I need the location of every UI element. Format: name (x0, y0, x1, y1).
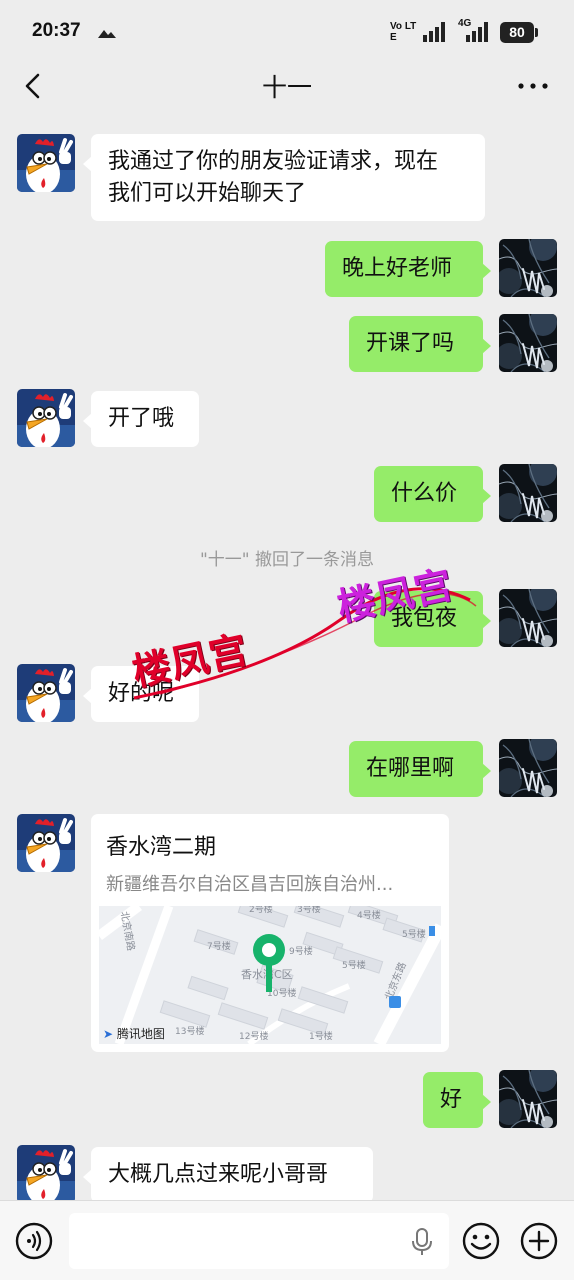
map-label: 5号楼 (402, 928, 426, 940)
message-input[interactable] (69, 1213, 449, 1269)
message-text-line: 我们可以开始聊天了 (108, 181, 307, 206)
battery-indicator: 80 (500, 22, 538, 43)
message-text: 开课了吗 (366, 331, 455, 356)
my-avatar[interactable] (499, 1070, 557, 1128)
map-label: 7号楼 (207, 940, 231, 952)
signal-4g-icon (466, 22, 488, 42)
contact-avatar[interactable] (17, 1145, 75, 1203)
volte-badge: Vo LTE (390, 21, 418, 43)
input-bar (0, 1200, 574, 1280)
map-graphic: 2号楼 3号楼 4号楼 5号楼 7号楼 9号楼 5号楼 香水湾C区 10号楼 1… (99, 906, 441, 1044)
message-text: 开了哦 (108, 406, 175, 431)
message-text: 大概几点过来呢小哥哥 (108, 1162, 329, 1187)
my-avatar[interactable] (499, 589, 557, 647)
contact-avatar[interactable] (17, 664, 75, 722)
signal-icon (423, 22, 445, 42)
outgoing-message-bubble[interactable]: 什么价 (374, 466, 491, 522)
message-text: 什么价 (391, 481, 458, 506)
my-avatar[interactable] (499, 239, 557, 297)
chat-header: 十一 (0, 62, 574, 114)
status-bar: 20:37 Vo LTE 4G 80 (0, 0, 574, 62)
map-credit: ➤ 腾讯地图 (103, 1025, 165, 1042)
outgoing-message-bubble[interactable]: 在哪里啊 (349, 741, 491, 797)
contact-avatar[interactable] (17, 389, 75, 447)
mountain-icon (98, 30, 116, 38)
microphone-icon[interactable] (410, 1227, 434, 1257)
message-text-line: 我通过了你的朋友验证请求，现在 (108, 149, 439, 174)
outgoing-message-bubble[interactable]: 晚上好老师 (325, 241, 491, 297)
message-text: 好 (440, 1087, 463, 1112)
incoming-message-bubble[interactable]: 开了哦 (83, 391, 199, 447)
location-card[interactable]: 香水湾二期 新疆维吾尔自治区昌吉回族自治州... 2号楼 3号楼 4号楼 5号楼… (91, 814, 449, 1052)
map-label: 9号楼 (289, 945, 313, 957)
add-icon[interactable] (519, 1221, 559, 1261)
map-label: 1号楼 (309, 1030, 333, 1042)
location-map[interactable]: 2号楼 3号楼 4号楼 5号楼 7号楼 9号楼 5号楼 香水湾C区 10号楼 1… (99, 906, 441, 1044)
outgoing-message-bubble[interactable]: 开课了吗 (349, 316, 491, 372)
map-label: 13号楼 (175, 1025, 204, 1037)
my-avatar[interactable] (499, 314, 557, 372)
location-title: 香水湾二期 (106, 835, 217, 860)
map-label: 4号楼 (357, 909, 381, 921)
status-time: 20:37 (32, 20, 81, 41)
contact-avatar[interactable] (17, 134, 75, 192)
message-text: 在哪里啊 (366, 756, 455, 781)
outgoing-message-bubble[interactable]: 好 (423, 1072, 491, 1128)
voice-toggle-icon[interactable] (14, 1221, 54, 1261)
incoming-message-bubble[interactable]: 大概几点过来呢小哥哥 (83, 1147, 373, 1203)
volte-label: Vo LTE (390, 21, 417, 43)
my-avatar[interactable] (499, 739, 557, 797)
incoming-message-bubble[interactable]: 我通过了你的朋友验证请求，现在 我们可以开始聊天了 (83, 134, 485, 221)
map-label: 5号楼 (342, 959, 366, 971)
chat-title: 十一 (261, 73, 312, 102)
my-avatar[interactable] (499, 464, 557, 522)
contact-avatar[interactable] (17, 814, 75, 872)
map-label: 2号楼 (249, 906, 273, 915)
map-label: 12号楼 (239, 1030, 268, 1042)
location-address: 新疆维吾尔自治区昌吉回族自治州... (106, 874, 394, 895)
tencent-map-icon: ➤ (103, 1027, 114, 1041)
message-text: 晚上好老师 (342, 256, 453, 281)
more-options-icon[interactable] (516, 76, 550, 96)
emoji-icon[interactable] (461, 1221, 501, 1261)
map-label: 3号楼 (297, 906, 321, 915)
map-credit-text: 腾讯地图 (116, 1027, 165, 1041)
